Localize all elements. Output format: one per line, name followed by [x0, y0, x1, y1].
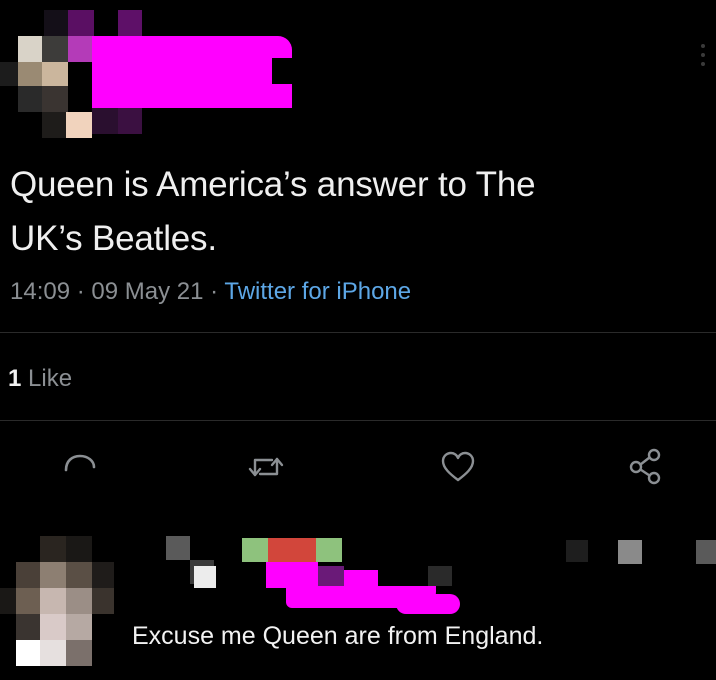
divider — [0, 420, 716, 421]
like-count-label: Like — [21, 365, 73, 392]
more-options-icon[interactable] — [696, 40, 710, 70]
tweet-source-link[interactable]: Twitter for iPhone — [224, 278, 411, 305]
tweet-text: Queen is America’s answer to The UK’s Be… — [10, 158, 700, 266]
tweet-text-line-1: Queen is America’s answer to The — [10, 165, 536, 204]
tweet-time: 14:09 — [10, 278, 71, 305]
reply-icon — [58, 445, 102, 489]
reply-avatar[interactable] — [0, 532, 120, 672]
share-icon — [624, 445, 668, 489]
heart-icon — [436, 445, 480, 489]
meta-separator: · — [203, 278, 225, 305]
like-button[interactable] — [436, 445, 480, 489]
share-button[interactable] — [624, 445, 668, 489]
reply-name-redaction — [166, 536, 716, 616]
reply-text: Excuse me Queen are from England. — [132, 622, 544, 650]
tweet-metadata: 14:09 · 09 May 21 · Twitter for iPhone — [10, 278, 411, 306]
tweet-text-line-2: UK’s Beatles. — [10, 219, 217, 258]
meta-separator: · — [70, 278, 92, 305]
like-count-number: 1 — [8, 365, 22, 392]
retweet-icon — [244, 445, 288, 489]
tweet-date: 09 May 21 — [91, 278, 204, 305]
divider — [0, 332, 716, 333]
retweet-button[interactable] — [244, 445, 288, 489]
likes-count[interactable]: 1 Like — [8, 365, 72, 393]
author-name-redaction — [92, 10, 292, 134]
reply-button[interactable] — [58, 445, 102, 489]
